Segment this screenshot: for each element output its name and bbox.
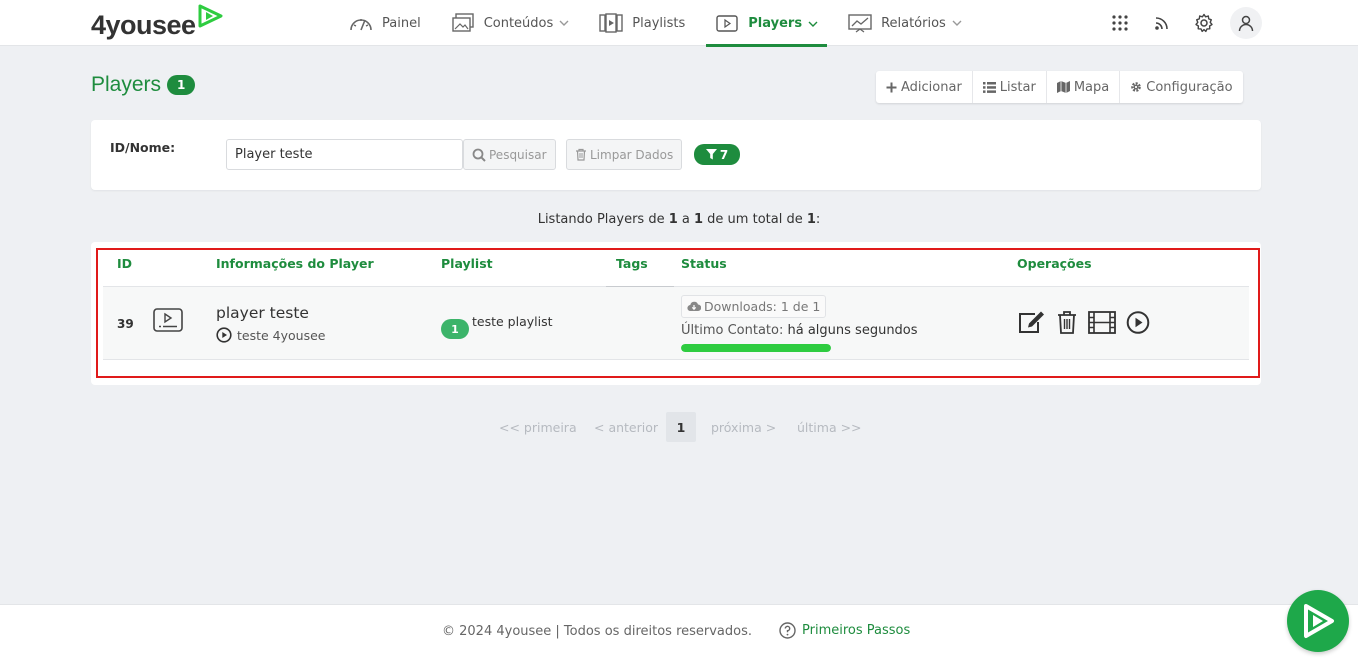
nav-label-playlists: Playlists [632,15,686,31]
nav-item-painel[interactable]: Painel [340,0,430,46]
gauge-icon [350,19,372,31]
chevron-down-icon [808,21,818,27]
getting-started-link[interactable]: Primeiros Passos [779,622,910,639]
list-button-label: Listar [999,79,1036,95]
filter-count: 7 [719,147,729,162]
user-menu-button[interactable] [1230,7,1262,39]
chevron-down-icon [952,20,962,26]
listing-summary: Listando Players de 1 a 1 de um total de… [0,212,1358,227]
nav-label-players: Players [748,16,803,31]
listing-suffix: : [815,212,821,227]
page-actions: Adicionar Listar Mapa Configuração [876,71,1243,103]
listing-prefix: Listando Players de [537,212,669,227]
images-icon [451,13,474,32]
listing-from: 1 [668,212,678,227]
table-highlight-frame [96,248,1260,378]
logo-arrow-icon [198,4,223,28]
top-icons [1094,7,1262,39]
list-icon [982,81,996,93]
pagination-prev[interactable]: < anterior [594,412,658,442]
cog-icon [1131,82,1142,92]
nav-label-painel: Painel [382,15,421,31]
getting-started-label: Primeiros Passos [802,623,911,638]
player-screen-icon [716,14,738,32]
chevron-down-icon [559,20,569,26]
clear-button[interactable]: Limpar Dados [566,139,683,170]
rss-button[interactable] [1146,7,1178,39]
search-input[interactable] [226,139,463,170]
search-icon [472,148,486,162]
rss-icon [1155,17,1168,30]
filter-badge[interactable]: 7 [694,144,740,165]
plus-icon [886,82,897,92]
logo-text: 4yousee [91,10,196,40]
map-button[interactable]: Mapa [1047,71,1121,103]
pagination-first[interactable]: << primeira [499,412,577,442]
add-button-label: Adicionar [901,79,962,95]
brand-logo[interactable]: 4yousee [91,4,225,44]
gear-icon [1195,13,1213,33]
nav-item-conteudos[interactable]: Conteúdos [442,0,579,46]
map-icon [1056,81,1070,93]
playlist-icon [599,13,623,33]
nav-item-relatorios[interactable]: Relatórios [839,0,971,46]
help-circle-icon [779,622,796,639]
listing-to: 1 [694,212,704,227]
listing-mid: de um total de [703,212,807,227]
search-card: ID/Nome: Pesquisar Limpar Dados 7 [91,120,1261,190]
filter-icon [705,149,717,160]
settings-button[interactable] [1188,7,1220,39]
trash-icon [576,148,586,161]
apps-grid-button[interactable] [1104,7,1136,39]
search-button[interactable]: Pesquisar [463,139,556,170]
player-count-badge: 1 [167,75,196,95]
add-button[interactable]: Adicionar [876,71,973,103]
floating-help-button[interactable] [1287,590,1349,652]
config-button[interactable]: Configuração [1120,71,1242,103]
list-button[interactable]: Listar [973,71,1047,103]
listing-sep: a [677,212,694,227]
nav-label-relatorios: Relatórios [881,15,946,31]
pagination-current[interactable]: 1 [666,412,696,442]
page-title: Players 1 [91,73,196,97]
nav-item-playlists[interactable]: Playlists [590,0,694,46]
nav-item-players[interactable]: Players [706,0,828,47]
footer: © 2024 4yousee | Todos os direitos reser… [0,604,1358,659]
nav-label-conteudos: Conteúdos [483,15,554,31]
map-button-label: Mapa [1073,79,1110,95]
main-nav: Painel Conteúdos Playlists Players Relat… [340,0,983,47]
search-label: ID/Nome: [110,140,176,155]
pagination-next[interactable]: próxima > [711,412,776,442]
chart-icon [848,14,872,33]
pagination-last[interactable]: última >> [797,412,862,442]
apps-grid-icon [1112,15,1128,31]
clear-button-label: Limpar Dados [590,147,674,162]
config-button-label: Configuração [1146,79,1233,95]
page-title-text: Players [91,73,162,96]
logo-arrow-icon [1304,604,1334,638]
search-button-label: Pesquisar [489,147,547,162]
footer-copyright: © 2024 4yousee | Todos os direitos reser… [442,624,753,639]
listing-total: 1 [806,212,816,227]
top-navbar: 4yousee Painel Conteúdos Playlists Playe… [0,0,1358,47]
user-icon [1238,15,1254,32]
